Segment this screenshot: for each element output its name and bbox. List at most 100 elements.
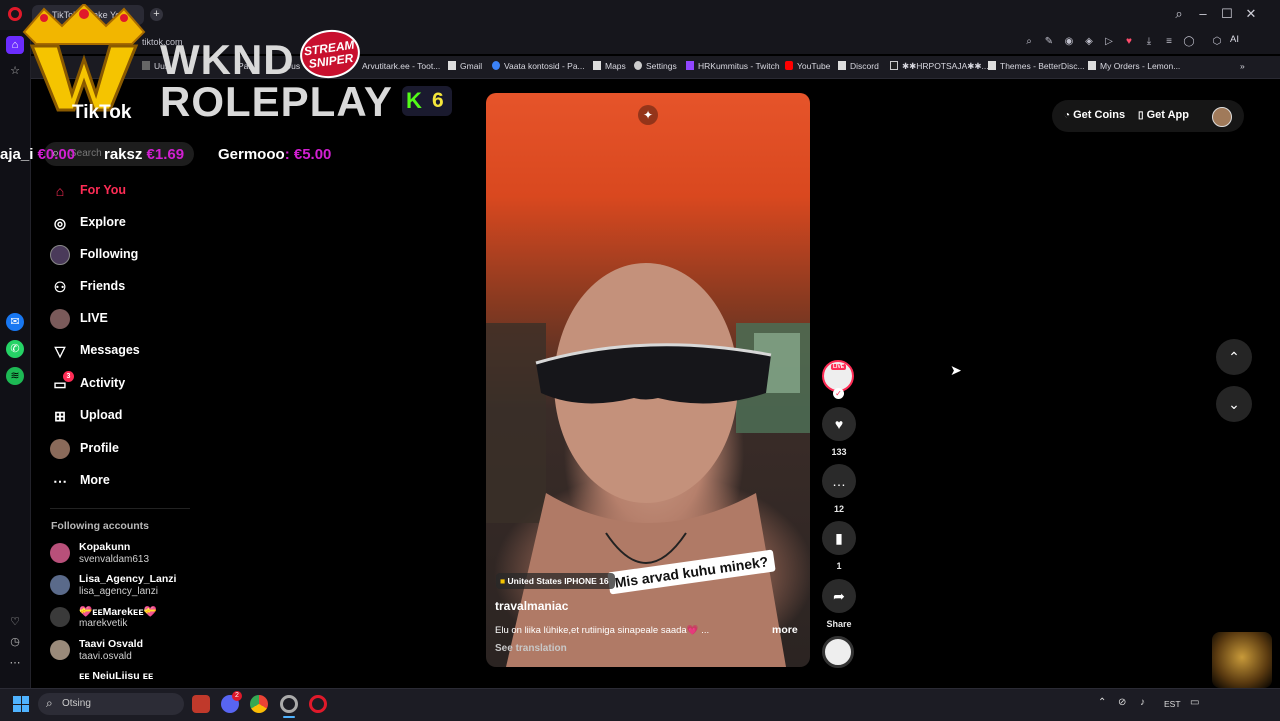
spotify-icon[interactable]: ≋: [6, 367, 24, 385]
streamer-logo: [1212, 632, 1272, 688]
account-handle: marekvetik: [79, 618, 128, 629]
windows-start-icon[interactable]: [13, 696, 29, 712]
next-video-button[interactable]: ⌄: [1216, 386, 1252, 422]
bookmark-twitch[interactable]: HRKummitus - Twitch: [686, 61, 780, 71]
save-button[interactable]: ▮: [822, 521, 856, 555]
nav-following[interactable]: Following: [50, 244, 210, 266]
account-item[interactable]: ᴇᴇ NeiuLiisu ᴇᴇ: [50, 670, 210, 686]
account-item[interactable]: Kopakunn svenvaldam613: [50, 541, 210, 569]
account-handle: svenvaldam613: [79, 554, 150, 565]
home-icon: ⌂: [55, 183, 65, 199]
menu-icon[interactable]: ≡: [1162, 36, 1176, 47]
bookmark-hrpotsaja[interactable]: ✱✱HRPOTSAJA✱✱...: [890, 61, 989, 72]
language-indicator[interactable]: EST: [1164, 699, 1181, 709]
chrome-taskbar-icon[interactable]: [250, 695, 268, 713]
download-icon[interactable]: ⤓: [1142, 36, 1156, 47]
nav-profile[interactable]: Profile: [50, 438, 210, 460]
tab-bar: TikTok - Make Your + ⌕ – ☐ ✕: [0, 0, 1280, 30]
nav-more[interactable]: ⋯ More: [50, 470, 210, 492]
avatar: [50, 543, 70, 563]
nav-activity[interactable]: ▭ 3 Activity: [50, 371, 210, 395]
bookmark-youtube[interactable]: YouTube: [785, 61, 830, 71]
play-icon[interactable]: ▷: [1102, 36, 1116, 47]
nav-label: Following: [80, 247, 139, 261]
edit-icon[interactable]: ✎: [1042, 36, 1056, 47]
profile-icon[interactable]: ◯: [1182, 36, 1196, 47]
activity-badge: 3: [63, 371, 74, 382]
user-avatar[interactable]: [1212, 107, 1232, 127]
close-button[interactable]: ✕: [1242, 6, 1260, 22]
account-item[interactable]: 💝ᴇᴇMarekᴇᴇ💝 marekvetik: [50, 605, 210, 633]
see-translation-link[interactable]: See translation: [495, 643, 567, 654]
avatar: [50, 607, 70, 627]
account-handle: lisa_agency_lanzi: [79, 586, 158, 597]
heart-sidebar-icon[interactable]: ♡: [6, 613, 24, 631]
nav-upload[interactable]: ⊞ Upload: [50, 405, 210, 427]
taskbar-app-icon[interactable]: [192, 695, 210, 713]
bookmark-arvutitark[interactable]: Arvutitark.ee - Toot...: [362, 61, 440, 71]
video-description: Elu on liika lühike,et rutiiniga sinapea…: [495, 625, 710, 636]
phone-icon: ▯: [1138, 110, 1144, 121]
overlay-roleplay: ROLEPLAY: [160, 78, 393, 125]
bookmark-vaata-kontosid[interactable]: Vaata kontosid - Pa...: [492, 61, 585, 71]
extensions-icon[interactable]: ⬡: [1210, 36, 1224, 47]
previous-video-button[interactable]: ⌃: [1216, 339, 1252, 375]
ai-button[interactable]: AI: [1230, 34, 1239, 45]
share-button[interactable]: ➦: [822, 579, 856, 613]
opera-taskbar-icon[interactable]: [309, 695, 327, 713]
live-badge: LIVE: [831, 364, 847, 370]
taskbar-search[interactable]: ⌕ Otsing: [38, 693, 184, 715]
minimize-button[interactable]: –: [1194, 6, 1212, 21]
ticker-name: raksz: [104, 146, 143, 163]
search-tabs-icon[interactable]: ⌕: [1170, 6, 1188, 22]
display-icon[interactable]: ▭: [1190, 697, 1199, 708]
nav-explore[interactable]: ◎ Explore: [50, 212, 210, 234]
opera-gx-taskbar-icon[interactable]: [280, 695, 298, 713]
heart-icon[interactable]: ♥: [1122, 36, 1136, 47]
camera-icon[interactable]: ◉: [1062, 36, 1076, 47]
music-disc-icon[interactable]: [822, 636, 854, 668]
nav-messages[interactable]: ▽ Messages: [50, 340, 210, 362]
comment-count: 12: [833, 504, 844, 514]
nav-for-you[interactable]: ⌂ For You: [50, 180, 210, 202]
video-author[interactable]: travalmaniac: [495, 599, 568, 613]
save-count: 1: [836, 561, 842, 571]
more-sidebar-icon[interactable]: ⋯: [6, 654, 24, 672]
shield-icon[interactable]: ◈: [1082, 36, 1096, 47]
comment-button[interactable]: …: [822, 464, 856, 498]
location-tag[interactable]: ■ United States IPHONE 16: [496, 573, 615, 589]
avatar: [50, 640, 70, 660]
nav-label: Explore: [80, 215, 126, 229]
sparkle-icon[interactable]: ✦: [638, 105, 658, 125]
bookmark-my-orders[interactable]: My Orders - Lemon...: [1088, 61, 1180, 71]
tray-chevron-icon[interactable]: ⌃: [1098, 697, 1106, 708]
follow-check-icon[interactable]: ✓: [833, 388, 844, 399]
more-link[interactable]: more: [772, 624, 798, 636]
messenger-icon[interactable]: ✉: [6, 313, 24, 331]
bookmark-gmail[interactable]: Gmail: [448, 61, 482, 71]
zoom-icon[interactable]: ⌕: [1022, 36, 1036, 47]
account-name: Taavi Osvald: [79, 638, 144, 650]
nav-friends[interactable]: ⚇ Friends: [50, 276, 210, 298]
nav-live[interactable]: LIVE: [50, 308, 210, 330]
coin-icon: ◔: [1064, 110, 1071, 121]
kick-badge: K 6: [402, 86, 452, 116]
whatsapp-icon[interactable]: ✆: [6, 340, 24, 358]
bookmark-discord[interactable]: Discord: [838, 61, 879, 71]
like-button[interactable]: ♥: [822, 407, 856, 441]
maximize-button[interactable]: ☐: [1218, 6, 1236, 22]
history-icon[interactable]: ◷: [6, 633, 24, 651]
bookmarks-overflow-icon[interactable]: »: [1240, 61, 1245, 71]
nav-label: Messages: [80, 343, 140, 357]
account-item[interactable]: Taavi Osvald taavi.osvald: [50, 638, 210, 666]
microphone-icon[interactable]: ♪: [1140, 697, 1145, 708]
get-app-button[interactable]: ▯ Get App: [1138, 109, 1189, 121]
get-coins-button[interactable]: ◔ Get Coins: [1064, 109, 1125, 121]
video-player[interactable]: ✦ Mis arvad kuhu minek? ■ United States …: [486, 93, 810, 667]
network-icon[interactable]: ⊘: [1118, 697, 1126, 708]
bookmark-settings[interactable]: Settings: [634, 61, 677, 71]
ticker-name: aja_i: [0, 146, 34, 163]
bookmark-maps[interactable]: Maps: [593, 61, 626, 71]
account-item[interactable]: Lisa_Agency_Lanzi lisa_agency_lanzi: [50, 573, 210, 601]
bookmark-themes[interactable]: Themes - BetterDisc...: [988, 61, 1085, 71]
